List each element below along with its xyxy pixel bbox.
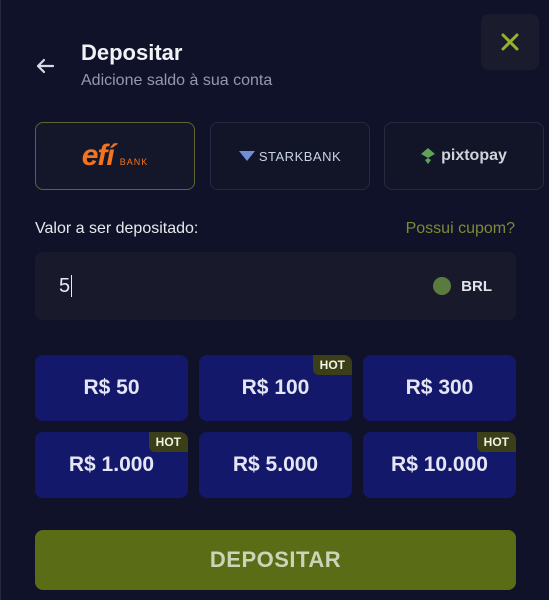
provider-pixtopay[interactable]: pixtopay [384,122,544,190]
payment-provider-list: efí BANK STARKBANK pixtopay [35,122,549,190]
close-icon [501,33,519,51]
starkbank-logo: STARKBANK [238,149,341,164]
efi-bank-logo: efí BANK [81,139,149,172]
pix-icon [421,148,436,164]
quick-amount-10000[interactable]: R$ 10.000 HOT [363,432,516,498]
quick-amount-300[interactable]: R$ 300 [363,355,516,421]
quick-amount-50[interactable]: R$ 50 [35,355,188,421]
currency-flag-icon [433,277,452,295]
coupon-link[interactable]: Possui cupom? [406,220,515,238]
deposit-modal: Depositar Adicione saldo à sua conta efí… [0,0,549,600]
page-title: Depositar [81,40,183,65]
provider-starkbank[interactable]: STARKBANK [210,122,370,190]
provider-efi[interactable]: efí BANK [35,122,195,190]
quick-amount-1000[interactable]: R$ 1.000 HOT [35,432,188,498]
back-button[interactable] [31,52,59,80]
hot-badge: HOT [312,355,352,375]
star-icon [238,151,255,161]
pixtopay-logo: pixtopay [421,147,507,165]
text-caret [71,275,73,297]
quick-amount-5000[interactable]: R$ 5.000 [199,432,352,498]
deposit-button[interactable]: DEPOSITAR [35,530,516,590]
arrow-left-icon [36,58,55,74]
amount-field[interactable]: 5 BRL [35,252,516,320]
hot-badge: HOT [148,432,188,452]
close-button[interactable] [481,14,539,70]
hot-badge: HOT [476,432,516,452]
quick-amount-100[interactable]: R$ 100 HOT [199,355,352,421]
amount-label: Valor a ser depositado: [35,220,199,237]
amount-input[interactable]: 5 [59,275,70,298]
currency-indicator: BRL [433,277,492,295]
page-subtitle: Adicione saldo à sua conta [81,72,273,89]
